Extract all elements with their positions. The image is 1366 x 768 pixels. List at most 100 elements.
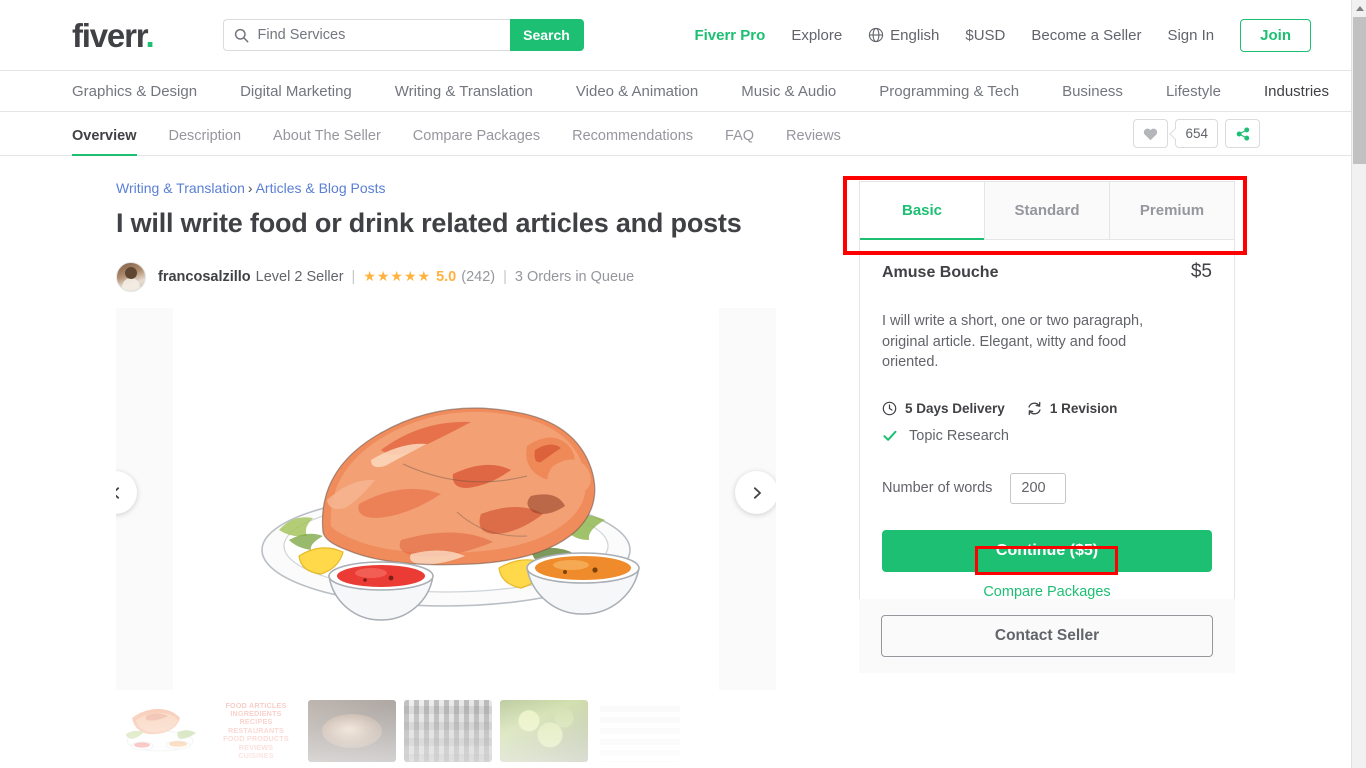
thumbnail-food-keywords[interactable]: FOOD ARTICLES INGREDIENTS RECIPES RESTAURAN… [212,700,300,762]
rating-stars: ★★★★★ [363,268,432,285]
package-description: I will write a short, one or two paragra… [882,313,1144,371]
page-scrollbar[interactable] [1351,0,1366,768]
nav-explore[interactable]: Explore [791,27,842,44]
check-icon [883,430,897,441]
nav-fiverr-pro[interactable]: Fiverr Pro [694,27,765,44]
share-button[interactable] [1225,119,1260,148]
package-tab-basic[interactable]: Basic [860,182,985,240]
seller-info-row: francosalzillo Level 2 Seller | ★★★★★ 5.… [116,261,776,292]
seller-divider: | [351,268,356,285]
category-writing-translation[interactable]: Writing & Translation [395,83,533,100]
search-icon [234,28,248,42]
tab-compare-packages[interactable]: Compare Packages [413,128,540,156]
revisions-label: 1 Revision [1049,400,1118,416]
category-digital-marketing[interactable]: Digital Marketing [240,83,352,100]
tab-recommendations[interactable]: Recommendations [572,128,693,156]
search-input[interactable] [248,26,489,44]
seller-username[interactable]: francosalzillo [158,269,251,285]
thumbnail-steak-plate[interactable] [308,700,396,762]
join-button[interactable]: Join [1240,18,1311,52]
category-video-animation[interactable]: Video & Animation [576,83,698,100]
gig-section-nav: Overview Description About The Seller Co… [0,112,1351,157]
gallery-next-button[interactable] [735,471,776,514]
header-right-nav: Fiverr Pro Explore English $USD Become a… [694,18,1311,52]
page-content: Writing & Translation › Articles & Blog Po… [0,156,1351,768]
number-of-words-row: Number of words [882,472,1212,504]
gig-main-column: Writing & Translation › Articles & Blog Po… [116,180,776,292]
avatar[interactable] [116,261,146,292]
thumbnail-table-rows [600,706,680,762]
gig-tab-list: Overview Description About The Seller Co… [72,112,841,157]
clock-icon [882,401,897,416]
tab-about-the-seller[interactable]: About The Seller [273,128,381,156]
category-programming-tech[interactable]: Programming & Tech [879,83,1019,100]
breadcrumb-separator: › [247,180,253,196]
category-music-audio[interactable]: Music & Audio [741,83,836,100]
category-business[interactable]: Business [1062,83,1123,100]
scrollbar-thumb[interactable] [1353,17,1366,164]
chevron-left-icon [116,486,119,499]
continue-button[interactable]: Continue ($5) [882,529,1212,572]
favorite-button[interactable] [1133,119,1169,148]
refresh-icon [1028,401,1041,415]
delivery-time-label: 5 Days Delivery [905,400,1005,416]
number-of-words-label: Number of words [882,480,993,497]
package-name: Amuse Bouche [882,264,999,281]
category-nav: Graphics & Design Digital Marketing Writ… [0,71,1351,112]
search-box[interactable] [222,19,510,51]
compare-packages-link[interactable]: Compare Packages [983,584,1110,600]
revisions: 1 Revision [1027,400,1118,416]
package-tabs: Basic Standard Premium [860,182,1234,240]
package-body: Amuse Bouche $5 I will write a short, on… [860,240,1234,623]
package-tab-standard[interactable]: Standard [985,182,1110,239]
fiverr-gig-page: fiverr. Search Fiverr Pro Explore Englis… [0,0,1366,768]
gig-actions: 654 [1133,119,1260,148]
gallery-main-slide[interactable] [173,308,719,690]
site-header: fiverr. Search Fiverr Pro Explore Englis… [0,0,1351,71]
tab-overview[interactable]: Overview [72,128,137,157]
logo-text: fiverr [72,16,147,54]
thumb-turkey-icon [126,709,196,752]
thumbnail-bw-crowd[interactable] [404,700,492,762]
fiverr-logo[interactable]: fiverr. [72,16,155,54]
search-button[interactable]: Search [509,19,584,51]
gallery-prev-button[interactable] [116,471,137,514]
package-meta-row: 5 Days Delivery 1 Revision [882,401,1212,416]
nav-language-label: English [890,26,940,44]
contact-seller-panel: Contact Seller [859,599,1235,673]
package-header: Amuse Bouche $5 [882,261,1212,283]
package-tab-premium[interactable]: Premium [1110,182,1234,239]
globe-icon [869,27,884,43]
tab-reviews[interactable]: Reviews [786,128,841,156]
thumbnail-table[interactable] [596,700,684,762]
nav-become-a-seller[interactable]: Become a Seller [1031,27,1141,44]
nav-language[interactable]: English [868,27,939,44]
breadcrumb-category[interactable]: Writing & Translation [116,180,245,196]
gig-gallery [116,308,776,690]
page-title: I will write food or drink related artic… [116,208,742,238]
nav-sign-in[interactable]: Sign In [1167,27,1214,44]
category-lifestyle[interactable]: Lifestyle [1166,83,1221,100]
logo-dot: . [145,16,155,54]
scrollbar-up-arrow[interactable] [1352,0,1366,16]
category-industries[interactable]: Industries [1264,83,1329,100]
category-graphics-design[interactable]: Graphics & Design [72,83,197,100]
contact-seller-button[interactable]: Contact Seller [881,615,1213,657]
package-panel: Basic Standard Premium Amuse Bouche $5 I… [859,181,1235,624]
category-nav-list: Graphics & Design Digital Marketing Writ… [72,83,1329,100]
share-icon [1236,126,1249,141]
review-count: (242) [461,268,496,285]
package-feature-topic-research: Topic Research [882,428,1212,444]
thumbnail-grape-vine[interactable] [500,700,588,762]
delivery-time: 5 Days Delivery [882,401,1005,416]
nav-currency[interactable]: $USD [965,27,1005,44]
orders-in-queue: 3 Orders in Queue [514,268,635,285]
breadcrumb-subcategory[interactable]: Articles & Blog Posts [256,180,386,196]
thumbnail-roast-turkey[interactable] [116,700,204,762]
tab-faq[interactable]: FAQ [725,128,754,156]
number-of-words-input[interactable] [1010,472,1067,504]
tab-description[interactable]: Description [169,128,242,156]
package-price: $5 [1190,261,1212,282]
roast-turkey-illustration [261,407,640,621]
thumbnail-keywords-text: FOOD ARTICLES INGREDIENTS RECIPES RESTAURAN… [223,700,289,760]
